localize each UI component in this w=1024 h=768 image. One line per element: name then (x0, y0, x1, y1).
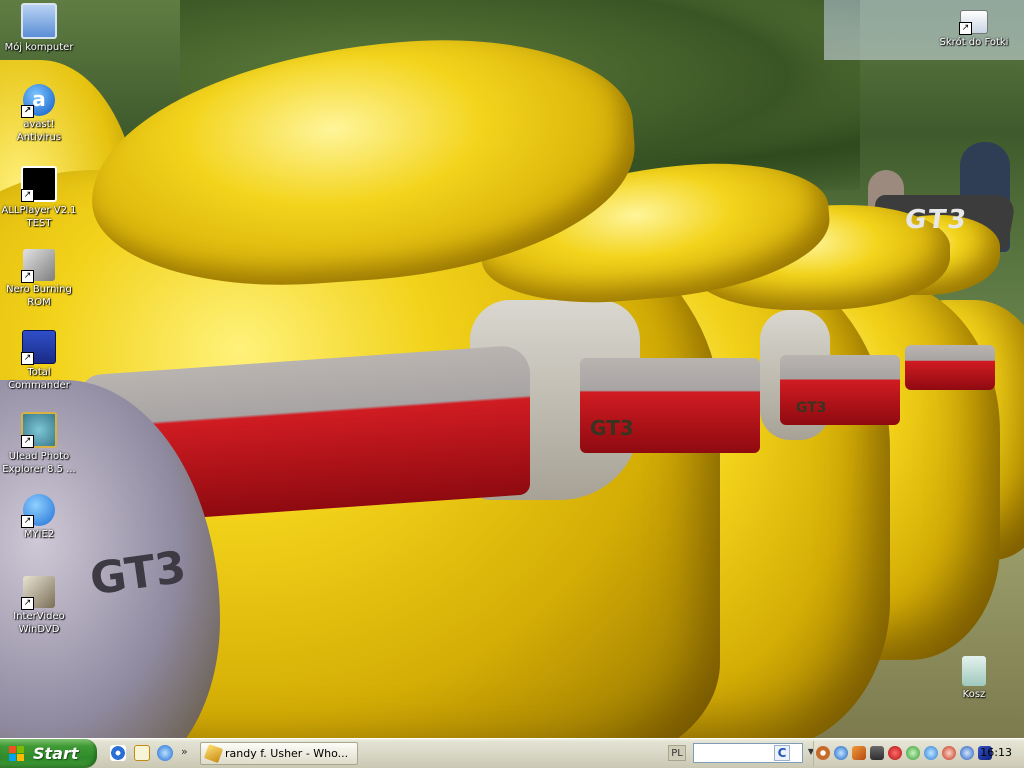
show-desktop-icon[interactable] (110, 745, 126, 761)
desktop-icon-label: TEST (26, 218, 52, 229)
desktop-icon-total-commander[interactable]: ↗ Total Commander (0, 330, 79, 392)
media-player-icon (203, 743, 224, 764)
wallpaper-gt3-badge: GT3 (902, 205, 970, 235)
shortcut-arrow-icon: ↗ (21, 597, 34, 610)
shortcut-arrow-icon: ↗ (21, 515, 34, 528)
clock[interactable]: 16:13 (980, 746, 1012, 759)
start-label: Start (33, 744, 79, 763)
taskbar-window-button[interactable]: randy f. Usher - Who... (200, 742, 358, 765)
back-arrow-icon[interactable] (816, 746, 830, 760)
desktop-icon-label: Explorer 8.5 ... (2, 464, 76, 475)
language-indicator[interactable]: PL (668, 745, 686, 761)
quick-launch-chevron[interactable]: » (181, 745, 188, 758)
desktop-icon-label: MYIE2 (23, 529, 55, 540)
avast-icon: a ↗ (21, 84, 55, 118)
allplayer-icon: ↗ (21, 166, 57, 202)
update-icon[interactable] (960, 746, 974, 760)
search-input[interactable] (696, 745, 778, 763)
firewall-icon[interactable] (852, 746, 866, 760)
taskbar-window-label: randy f. Usher - Who... (225, 747, 349, 760)
fotki-shortcut-icon: ↗ (959, 10, 988, 35)
windvd-icon: ↗ (21, 576, 55, 610)
my-computer-icon (21, 3, 57, 39)
desktop-icon-label: Kosz (962, 689, 986, 700)
outlook-express-icon[interactable] (134, 745, 150, 761)
desktop-icon-my-computer[interactable]: Mój komputer (0, 3, 79, 54)
shortcut-arrow-icon: ↗ (21, 105, 34, 118)
shortcut-arrow-icon: ↗ (21, 189, 34, 202)
desktop-icon-nero[interactable]: ↗ Nero Burning ROM (0, 249, 79, 309)
desktop-icon-avast[interactable]: a ↗ avast! Antivirus (0, 84, 79, 144)
desktop-icon-label: Commander (8, 380, 70, 391)
antivirus-icon[interactable] (924, 746, 938, 760)
desktop-icon-label: Nero Burning (6, 284, 72, 295)
windows-logo-icon (9, 746, 25, 762)
recycle-bin-icon (962, 656, 986, 686)
security-icon[interactable] (906, 746, 920, 760)
myie2-icon: ↗ (21, 494, 55, 528)
wallpaper-gt3-badge: GT3 (796, 400, 827, 416)
settings-icon[interactable] (888, 746, 902, 760)
network-icon[interactable] (834, 746, 848, 760)
desktop-icon-label: Antivirus (16, 132, 62, 143)
desktop-icon-ulead-photo[interactable]: ↗ Ulead Photo Explorer 8.5 ... (0, 412, 79, 476)
monitor-icon[interactable] (870, 746, 884, 760)
desktop-icon-label: Mój komputer (4, 42, 74, 53)
desktop-icon-allplayer[interactable]: ↗ ALLPlayer V2.1 TEST (0, 166, 79, 230)
shortcut-arrow-icon: ↗ (959, 22, 972, 35)
desktop-icon-label: ALLPlayer V2.1 (1, 205, 77, 216)
desktop-icon-windvd[interactable]: ↗ InterVideo WinDVD (0, 576, 79, 636)
ulead-photo-icon: ↗ (21, 412, 57, 448)
search-logo-icon[interactable]: C (774, 745, 790, 761)
desktop-icon-label: ROM (27, 297, 51, 308)
desktop-icon-recycle-bin[interactable]: Kosz (934, 656, 1014, 701)
internet-explorer-icon[interactable] (157, 745, 173, 761)
desktop-icon-label: Ulead Photo (8, 451, 70, 462)
wallpaper-gt3-badge: GT3 (590, 416, 634, 440)
start-button[interactable]: Start (0, 739, 97, 768)
desktop-icon-label: avast! (23, 119, 55, 130)
desktop-icon-label: WinDVD (18, 624, 60, 635)
shortcut-arrow-icon: ↗ (21, 435, 34, 448)
taskbar: Start » randy f. Usher - Who... PL C ▼ 1… (0, 738, 1024, 768)
desktop-search-box: C ▼ (693, 743, 814, 763)
desktop-icon-myie2[interactable]: ↗ MYIE2 (0, 494, 79, 541)
shortcut-arrow-icon: ↗ (21, 270, 34, 283)
nero-icon: ↗ (21, 249, 55, 283)
desktop-icon-label: InterVideo (13, 611, 65, 622)
desktop-icon-label: Total (27, 367, 51, 378)
shortcut-arrow-icon: ↗ (21, 352, 34, 365)
system-tray: 16:13 (813, 741, 1024, 766)
desktop-icon-fotki-shortcut[interactable]: ↗ Skrót do Fotki (934, 10, 1014, 49)
desktop-wallpaper: GT3 GT3 GT3 GT3 (0, 0, 1024, 738)
desktop-icon-label: Skrót do Fotki (939, 37, 1009, 48)
wifi-icon[interactable] (942, 746, 956, 760)
total-commander-icon: ↗ (21, 330, 56, 365)
wallpaper-taillight (905, 345, 995, 390)
